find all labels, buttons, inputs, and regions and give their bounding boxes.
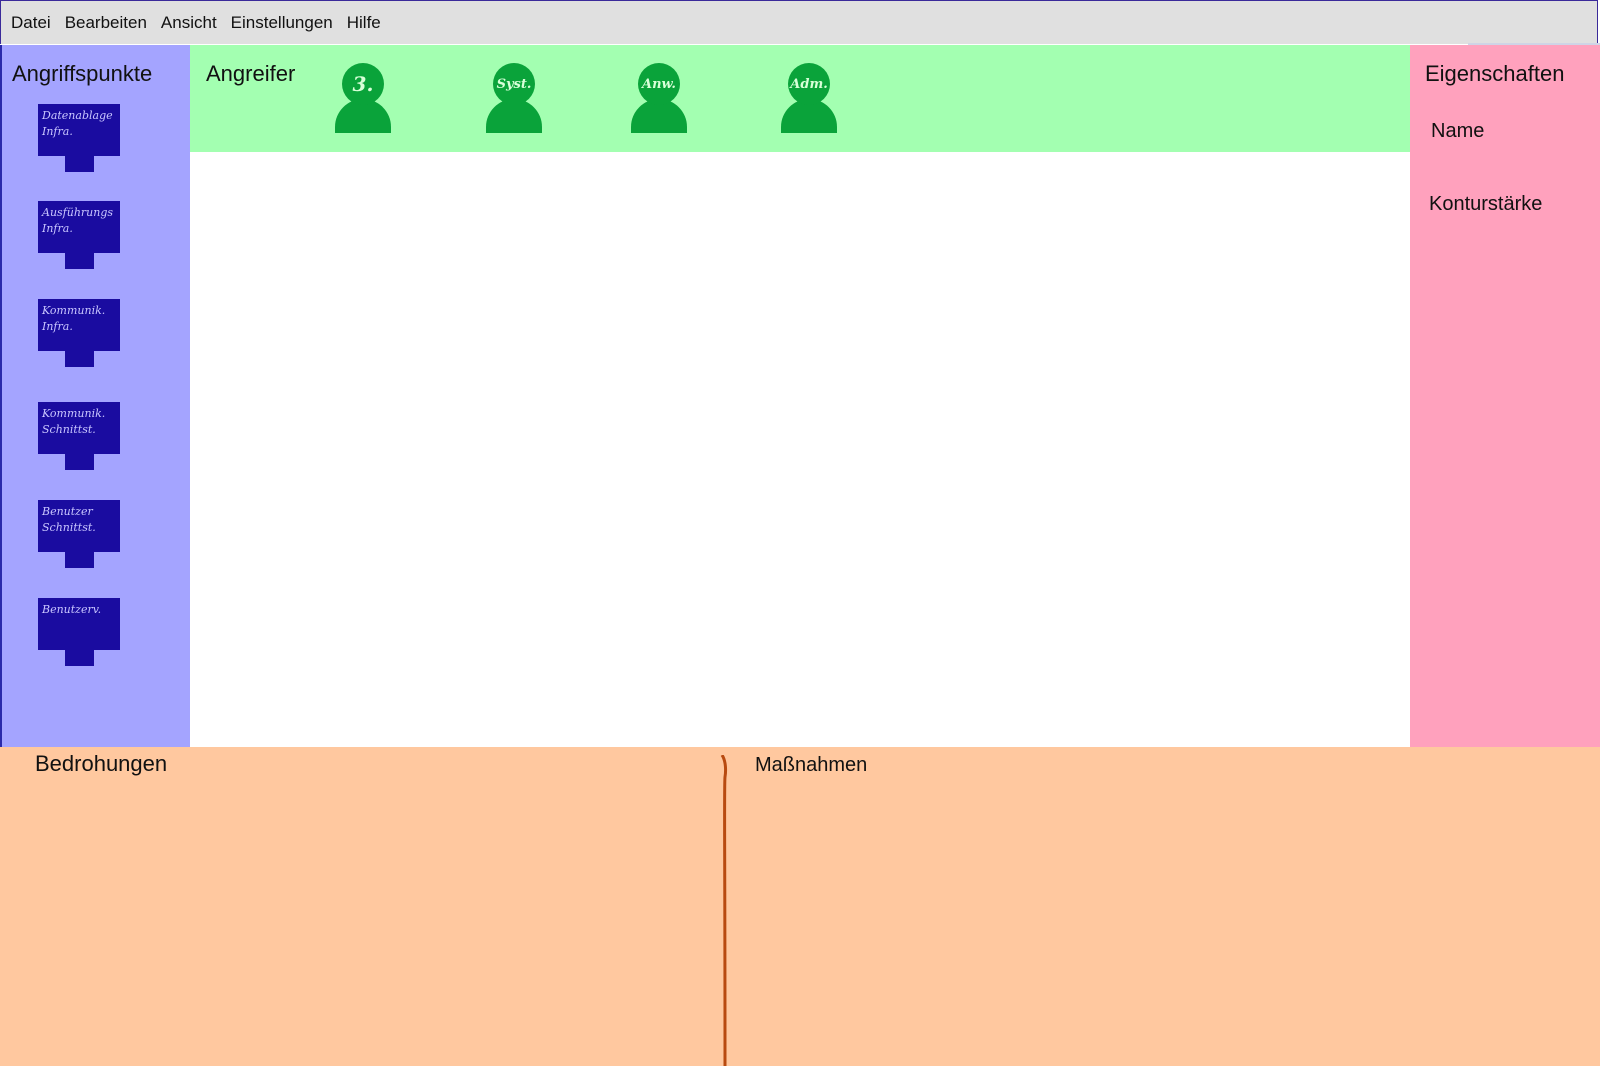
menu-hilfe[interactable]: Hilfe [347, 13, 381, 33]
person-icon-head: Syst. [493, 63, 535, 105]
person-icon-head: Anw. [638, 63, 680, 105]
menu-bar: Datei Bearbeiten Ansicht Einstellungen H… [0, 0, 1598, 44]
attacker-label: Syst. [496, 76, 532, 92]
attack-point-tab [65, 253, 94, 269]
menu-einstellungen[interactable]: Einstellungen [231, 13, 333, 33]
attack-point-tab [65, 552, 94, 568]
attack-point-label: Kommunik. Infra. [42, 304, 106, 333]
attack-point-benutzerv[interactable]: Benutzerv. [38, 598, 120, 667]
property-stroke-width-label: Konturstärke [1429, 193, 1543, 215]
property-name-label: Name [1431, 120, 1485, 142]
attackers-title: Angreifer [206, 61, 296, 86]
threats-title: Bedrohungen [35, 751, 168, 776]
person-icon-head: 3. [342, 63, 384, 105]
attack-points-panel: Angriffspunkte Datenablage Infra. Ausfüh… [0, 45, 190, 747]
measures-title: Maßnahmen [755, 754, 868, 776]
bottom-panel: Bedrohungen Maßnahmen [0, 747, 1600, 1066]
attacker-admin[interactable]: Adm. [781, 63, 837, 133]
attack-point-label: Benutzer Schnittst. [42, 505, 96, 534]
attack-point-kommunik-schnittst[interactable]: Kommunik. Schnittst. [38, 402, 120, 471]
person-icon-head: Adm. [788, 63, 830, 105]
menu-bearbeiten[interactable]: Bearbeiten [65, 13, 147, 33]
attack-point-label: Datenablage Infra. [42, 109, 113, 138]
attack-point-ausfuehrung[interactable]: Ausführungs Infra. [38, 201, 120, 270]
attack-point-label: Kommunik. Schnittst. [42, 407, 106, 436]
menu-datei[interactable]: Datei [11, 13, 51, 33]
attack-point-benutzer-schnittst[interactable]: Benutzer Schnittst. [38, 500, 120, 569]
attacker-third-party[interactable]: 3. [335, 63, 391, 133]
properties-panel: Eigenschaften Name Konturstärke [1410, 45, 1600, 749]
attack-point-tab [65, 351, 94, 367]
attacker-system[interactable]: Syst. [486, 63, 542, 133]
attack-point-kommunik-infra[interactable]: Kommunik. Infra. [38, 299, 120, 368]
properties-title: Eigenschaften [1425, 61, 1565, 86]
attacker-label: 3. [352, 72, 374, 96]
drawing-canvas[interactable] [190, 152, 1410, 747]
attack-point-datenablage[interactable]: Datenablage Infra. [38, 104, 120, 173]
panel-divider[interactable] [714, 755, 730, 1066]
attack-point-tab [65, 156, 94, 172]
attacker-application[interactable]: Anw. [631, 63, 687, 133]
attack-point-tab [65, 454, 94, 470]
attack-point-label: Benutzerv. [42, 603, 102, 616]
menu-ansicht[interactable]: Ansicht [161, 13, 217, 33]
attack-point-tab [65, 650, 94, 666]
attack-point-label: Ausführungs Infra. [42, 206, 114, 235]
attackers-panel: Angreifer 3. Syst. Anw. Adm. [190, 45, 1410, 152]
attacker-label: Adm. [790, 76, 828, 92]
attacker-label: Anw. [642, 76, 676, 92]
attack-points-title: Angriffspunkte [12, 61, 153, 86]
